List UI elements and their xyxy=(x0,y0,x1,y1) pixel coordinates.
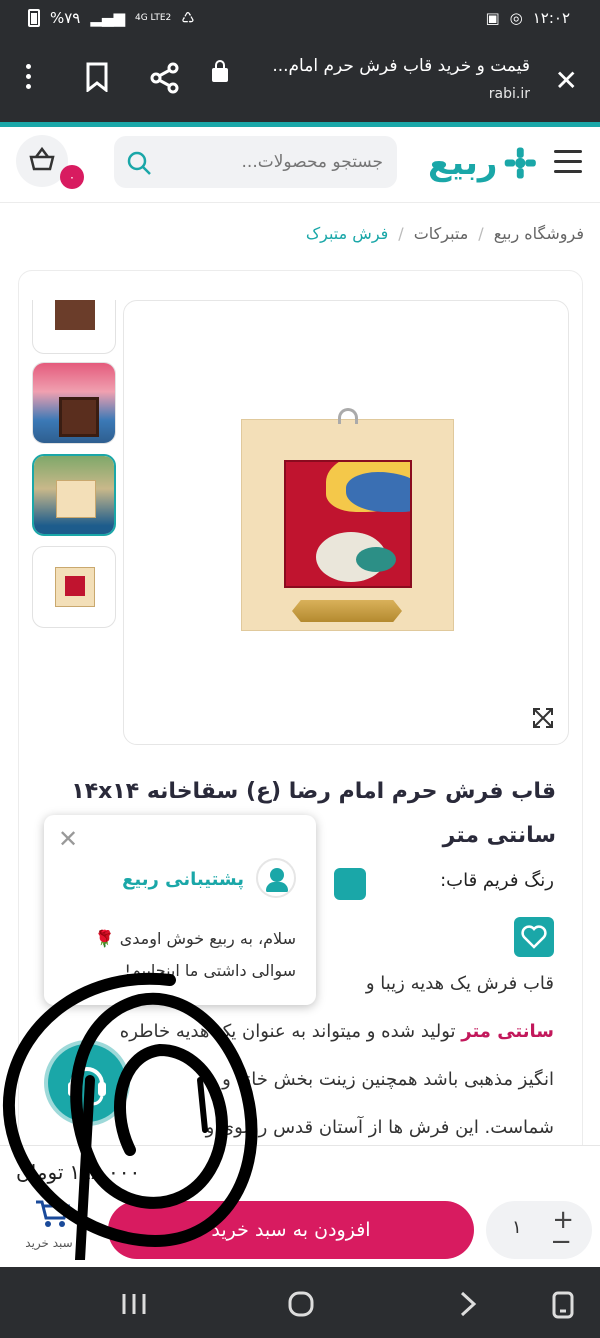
breadcrumb-current[interactable]: فرش متبرک xyxy=(306,224,388,243)
thumbnail-frame xyxy=(55,567,95,607)
breadcrumb-separator: / xyxy=(398,224,404,243)
network-type: 4G LTE2 xyxy=(134,12,172,23)
search-input[interactable] xyxy=(163,148,383,176)
thumbnail-frame xyxy=(56,480,96,518)
logo-flower-icon xyxy=(505,147,537,179)
support-agent-avatar xyxy=(256,858,296,898)
chat-button[interactable] xyxy=(44,1040,130,1126)
breadcrumb-category[interactable]: متبرکات xyxy=(414,224,469,243)
cart-count-badge: ۰ xyxy=(60,165,84,189)
close-chat-button[interactable]: ✕ xyxy=(58,825,78,853)
heart-icon xyxy=(521,925,547,949)
price-currency: تومان xyxy=(16,1160,64,1184)
vpn-icon: ◎ xyxy=(509,9,523,27)
frame-color-label: رنگ فریم قاب: xyxy=(440,870,554,891)
add-to-cart-button[interactable]: افزودن به سبد خرید xyxy=(108,1201,474,1259)
price-value: ۱۹۸,۰۰۰ xyxy=(69,1160,141,1184)
breadcrumb: فروشگاه ربیع / متبرکات / فرش متبرک xyxy=(306,224,584,243)
screenshot-icon[interactable] xyxy=(552,1291,574,1319)
hamburger-menu-icon[interactable] xyxy=(554,150,582,180)
logo-wordmark: ربیع xyxy=(428,143,498,183)
system-navigation-bar xyxy=(0,1267,600,1338)
bookmark-icon[interactable] xyxy=(86,62,108,92)
search-icon[interactable] xyxy=(126,150,152,176)
share-icon[interactable] xyxy=(150,62,180,94)
clock: ۱۲:۰۲ xyxy=(532,9,570,27)
favorite-button[interactable] xyxy=(514,917,554,957)
search-box[interactable] xyxy=(114,136,397,188)
thumbnail-frame xyxy=(59,397,99,437)
expand-icon[interactable] xyxy=(532,707,554,729)
back-icon[interactable] xyxy=(458,1291,478,1317)
notification-icon: ▣ xyxy=(485,9,500,27)
thumbnail-3[interactable] xyxy=(32,454,116,536)
support-chat-popup: ✕ پشتیبانی ربیع سلام، به ربیع خوش اومدی … xyxy=(44,815,316,1005)
battery-level: %۷۹ xyxy=(50,9,81,27)
lock-icon[interactable] xyxy=(212,60,228,82)
thumbnail-4[interactable] xyxy=(32,546,116,628)
support-agent-name: پشتیبانی ربیع xyxy=(122,869,244,890)
quantity-stepper[interactable]: + − ۱ xyxy=(486,1201,592,1259)
browser-toolbar: ✕ قیمت و خرید قاب فرش حرم امام... rabi.i… xyxy=(0,38,600,122)
product-main-image[interactable] xyxy=(123,300,569,745)
url-text[interactable]: rabi.ir xyxy=(230,86,530,102)
headset-icon xyxy=(68,1067,106,1106)
recent-apps-icon[interactable] xyxy=(120,1291,148,1317)
thumbnail-2[interactable] xyxy=(32,362,116,444)
site-logo[interactable]: ربیع xyxy=(428,141,538,185)
thumbnail-carpet xyxy=(65,576,85,596)
home-icon[interactable] xyxy=(288,1291,314,1317)
recycle-icon: ♺ xyxy=(181,9,195,27)
shopping-cart-icon xyxy=(36,1200,71,1227)
wooden-frame xyxy=(241,408,454,631)
chat-message: سلام، به ربیع خوش اومدی 🌹 سوالی داشتی ما… xyxy=(94,929,296,980)
purchase-bar: ۱۹۸,۰۰۰ تومان + − ۱ افزودن به سبد خرید س… xyxy=(0,1145,600,1267)
mini-cart-button[interactable]: سبد خرید xyxy=(24,1198,74,1250)
site-header: ربیع ۰ xyxy=(0,127,600,203)
quantity-value: ۱ xyxy=(512,1217,522,1238)
gold-plaque xyxy=(292,600,402,622)
status-bar: %۷۹ ▂▄▆ 4G LTE2 ♺ ▣ ◎ ۱۲:۰۲ xyxy=(0,0,600,38)
breadcrumb-separator: / xyxy=(478,224,484,243)
mini-cart-label: سبد خرید xyxy=(25,1236,73,1250)
page-title: قیمت و خرید قاب فرش حرم امام... xyxy=(272,56,530,76)
signal-icon: ▂▄▆ xyxy=(90,9,125,27)
desc-highlight: سانتی متر xyxy=(461,1021,554,1042)
close-tab-button[interactable]: ✕ xyxy=(555,64,578,97)
breadcrumb-home[interactable]: فروشگاه ربیع xyxy=(494,224,584,243)
carpet-piece xyxy=(284,460,412,588)
quantity-decrease-button[interactable]: − xyxy=(550,1227,572,1257)
overflow-menu-icon[interactable] xyxy=(26,64,31,94)
hanging-hook xyxy=(338,408,358,424)
thumbnail-1[interactable] xyxy=(32,300,116,354)
cart-button[interactable]: ۰ xyxy=(16,135,84,189)
frame-color-swatch[interactable] xyxy=(334,868,366,900)
thumbnail-image xyxy=(55,300,95,330)
battery-icon xyxy=(28,9,40,27)
price: ۱۹۸,۰۰۰ تومان xyxy=(16,1160,140,1184)
